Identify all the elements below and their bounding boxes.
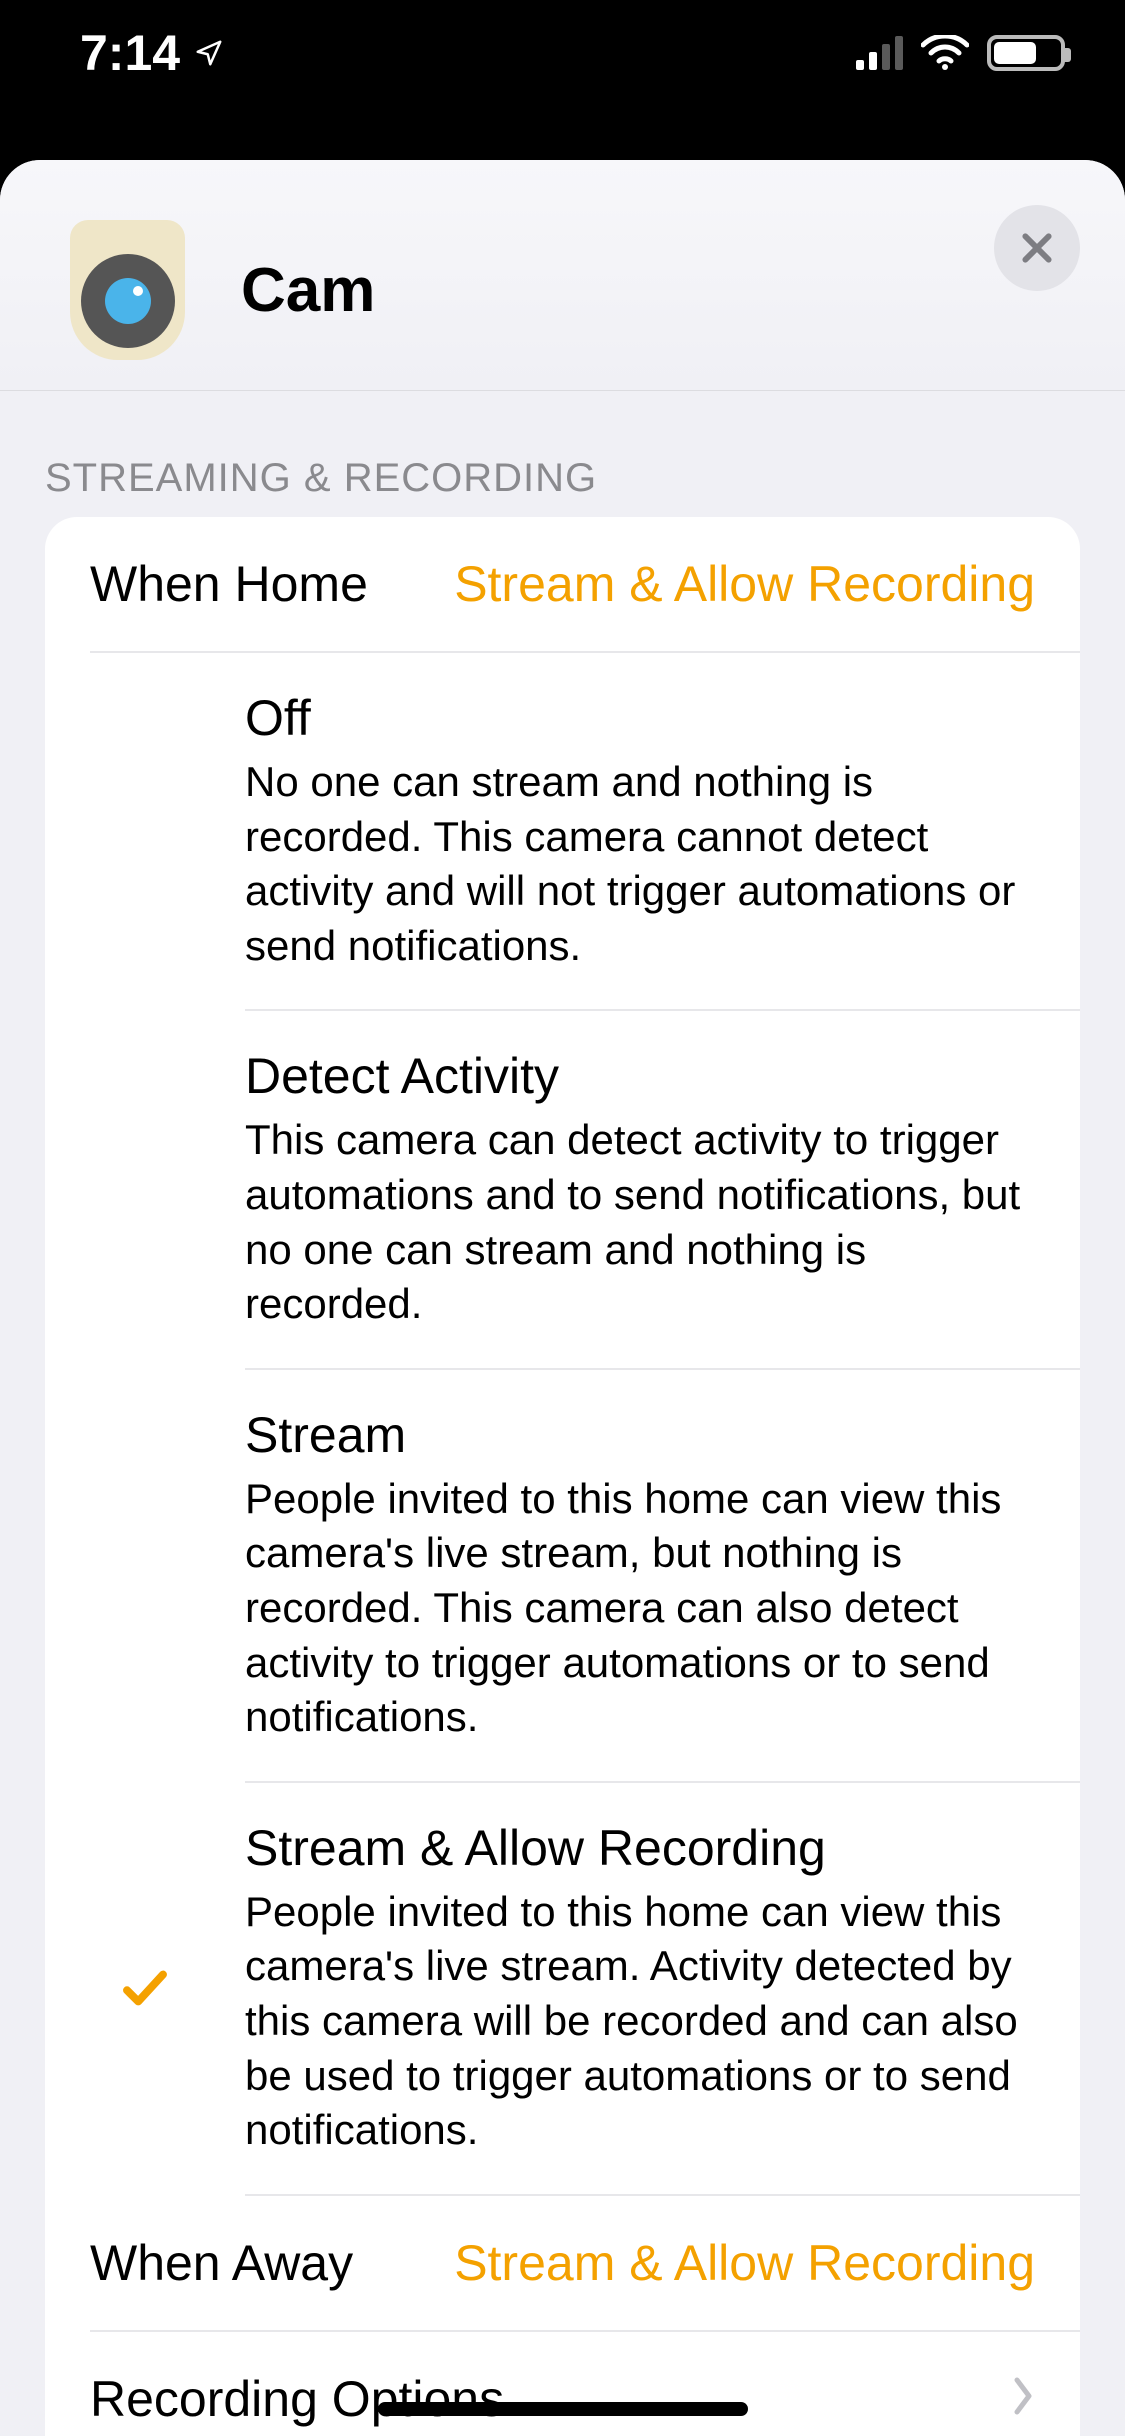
camera-accessory-icon bbox=[70, 220, 185, 360]
when-home-row[interactable]: When Home Stream & Allow Recording bbox=[45, 517, 1080, 651]
option-stream-record[interactable]: Stream & Allow Recording People invited … bbox=[45, 1783, 1080, 2194]
home-indicator[interactable] bbox=[378, 2402, 748, 2416]
checkmark-slot bbox=[45, 1819, 245, 2158]
when-home-value: Stream & Allow Recording bbox=[454, 555, 1035, 613]
chevron-right-icon bbox=[1011, 2376, 1035, 2421]
option-off[interactable]: Off No one can stream and nothing is rec… bbox=[45, 653, 1080, 1009]
section-header: STREAMING & RECORDING bbox=[0, 391, 1125, 517]
sheet-header: Cam bbox=[0, 160, 1125, 391]
settings-sheet: Cam STREAMING & RECORDING When Home Stre… bbox=[0, 160, 1125, 2436]
when-away-value: Stream & Allow Recording bbox=[454, 2234, 1035, 2292]
option-desc: This camera can detect activity to trigg… bbox=[245, 1113, 1035, 1331]
option-desc: People invited to this home can view thi… bbox=[245, 1885, 1035, 2158]
option-title: Detect Activity bbox=[245, 1047, 1035, 1105]
status-time: 7:14 bbox=[80, 24, 224, 82]
close-icon bbox=[1017, 228, 1057, 268]
option-stream[interactable]: Stream People invited to this home can v… bbox=[45, 1370, 1080, 1781]
checkmark-icon bbox=[118, 1961, 172, 2015]
checkmark-slot bbox=[45, 689, 245, 973]
recording-options-row[interactable]: Recording Options bbox=[45, 2332, 1080, 2436]
option-desc: No one can stream and nothing is recorde… bbox=[245, 755, 1035, 973]
cellular-signal-icon bbox=[856, 36, 903, 70]
recording-options-label: Recording Options bbox=[90, 2370, 504, 2428]
settings-card: When Home Stream & Allow Recording Off N… bbox=[45, 517, 1080, 2436]
option-title: Stream & Allow Recording bbox=[245, 1819, 1035, 1877]
option-title: Stream bbox=[245, 1406, 1035, 1464]
location-icon bbox=[194, 38, 224, 68]
wifi-icon bbox=[921, 35, 969, 71]
close-button[interactable] bbox=[994, 205, 1080, 291]
checkmark-slot bbox=[45, 1406, 245, 1745]
option-detect-activity[interactable]: Detect Activity This camera can detect a… bbox=[45, 1011, 1080, 1367]
battery-icon bbox=[987, 35, 1065, 71]
when-away-label: When Away bbox=[90, 2234, 353, 2292]
accessory-title: Cam bbox=[241, 255, 375, 326]
when-away-row[interactable]: When Away Stream & Allow Recording bbox=[45, 2196, 1080, 2330]
option-desc: People invited to this home can view thi… bbox=[245, 1472, 1035, 1745]
time-text: 7:14 bbox=[80, 24, 180, 82]
status-bar: 7:14 bbox=[0, 0, 1125, 160]
option-title: Off bbox=[245, 689, 1035, 747]
when-home-label: When Home bbox=[90, 555, 368, 613]
checkmark-slot bbox=[45, 1047, 245, 1331]
